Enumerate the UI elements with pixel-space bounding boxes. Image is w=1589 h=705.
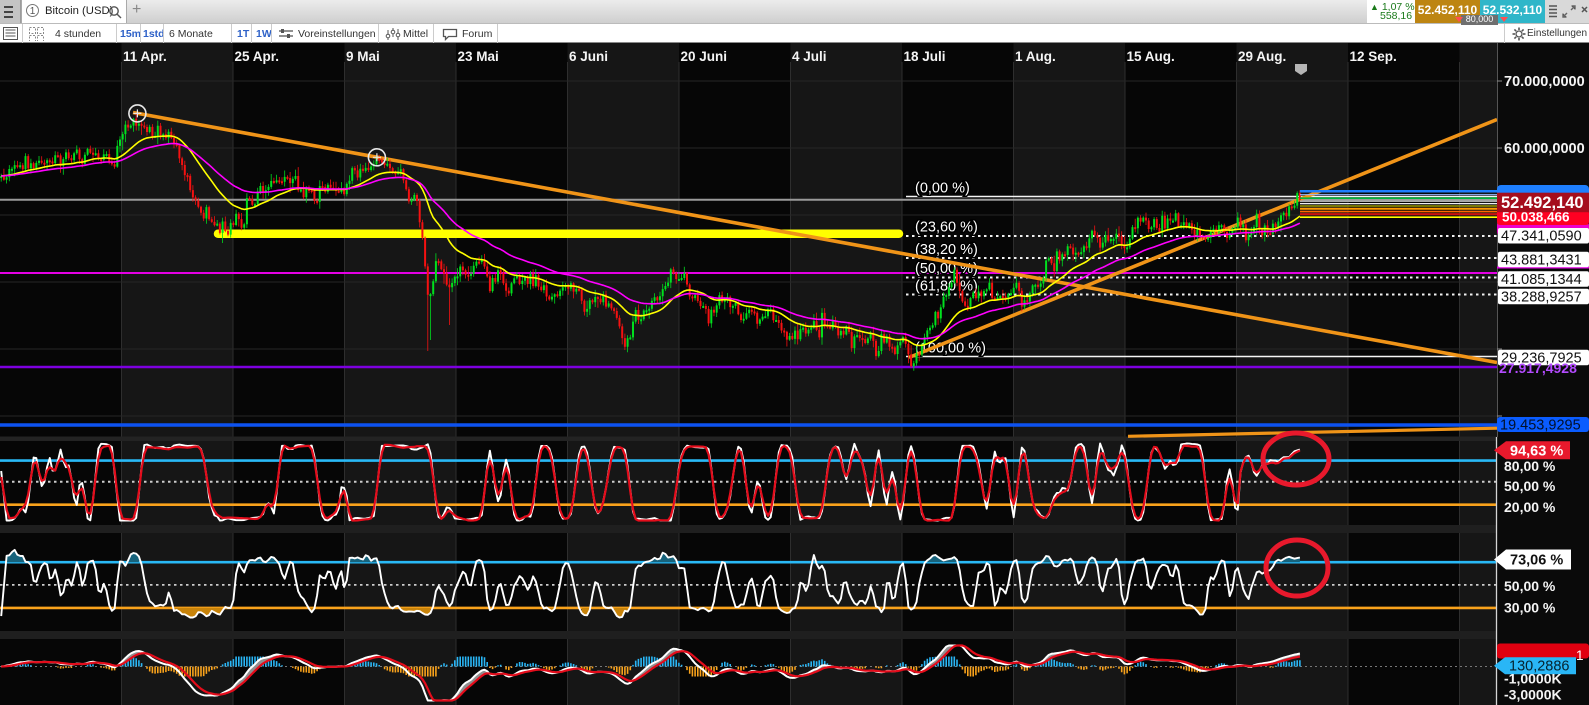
svg-text:(61,80 %): (61,80 %) bbox=[915, 279, 978, 295]
svg-text:15 Aug.: 15 Aug. bbox=[1127, 49, 1175, 64]
svg-text:50,00 %: 50,00 % bbox=[1504, 578, 1556, 594]
svg-text:23 Mai: 23 Mai bbox=[458, 49, 499, 64]
svg-text:80,00 %: 80,00 % bbox=[1504, 458, 1556, 474]
svg-text:20,00 %: 20,00 % bbox=[1504, 499, 1556, 515]
svg-text:73,06 %: 73,06 % bbox=[1510, 553, 1563, 569]
svg-text:94,63 %: 94,63 % bbox=[1510, 443, 1563, 459]
svg-text:50,00 %: 50,00 % bbox=[1504, 478, 1556, 494]
svg-text:6 Juni: 6 Juni bbox=[569, 49, 608, 64]
svg-text:38.288,9257: 38.288,9257 bbox=[1501, 290, 1582, 306]
svg-text:(100,00 %): (100,00 %) bbox=[915, 341, 986, 357]
svg-text:11 Apr.: 11 Apr. bbox=[123, 49, 167, 64]
svg-text:18 Juli: 18 Juli bbox=[904, 49, 946, 64]
svg-text:60.000,0000: 60.000,0000 bbox=[1504, 141, 1585, 157]
svg-text:29 Aug.: 29 Aug. bbox=[1238, 49, 1286, 64]
svg-text:4 Juli: 4 Juli bbox=[792, 49, 827, 64]
svg-text:20 Juni: 20 Juni bbox=[681, 49, 728, 64]
svg-text:43.881,3431: 43.881,3431 bbox=[1501, 253, 1582, 269]
svg-text:47.341,0590: 47.341,0590 bbox=[1501, 229, 1582, 245]
svg-text:1: 1 bbox=[1576, 648, 1584, 663]
svg-text:(0,00 %): (0,00 %) bbox=[915, 181, 970, 197]
svg-text:12 Sep.: 12 Sep. bbox=[1350, 49, 1397, 64]
svg-text:52.492,140: 52.492,140 bbox=[1501, 194, 1584, 212]
svg-text:25 Apr.: 25 Apr. bbox=[235, 49, 280, 64]
svg-text:19.453,9295: 19.453,9295 bbox=[1500, 418, 1581, 434]
svg-text:1 Aug.: 1 Aug. bbox=[1015, 49, 1056, 64]
svg-text:41.085,1344: 41.085,1344 bbox=[1501, 272, 1582, 288]
svg-text:70.000,0000: 70.000,0000 bbox=[1504, 74, 1585, 90]
svg-text:30,00 %: 30,00 % bbox=[1504, 600, 1556, 616]
svg-text:-1,0000K: -1,0000K bbox=[1504, 671, 1562, 687]
svg-text:(38,20 %): (38,20 %) bbox=[915, 242, 978, 258]
svg-text:9 Mai: 9 Mai bbox=[346, 49, 380, 64]
svg-text:(23,60 %): (23,60 %) bbox=[915, 220, 978, 236]
svg-text:-3,0000K: -3,0000K bbox=[1504, 687, 1562, 703]
svg-text:27.917,4928: 27.917,4928 bbox=[1499, 360, 1577, 376]
